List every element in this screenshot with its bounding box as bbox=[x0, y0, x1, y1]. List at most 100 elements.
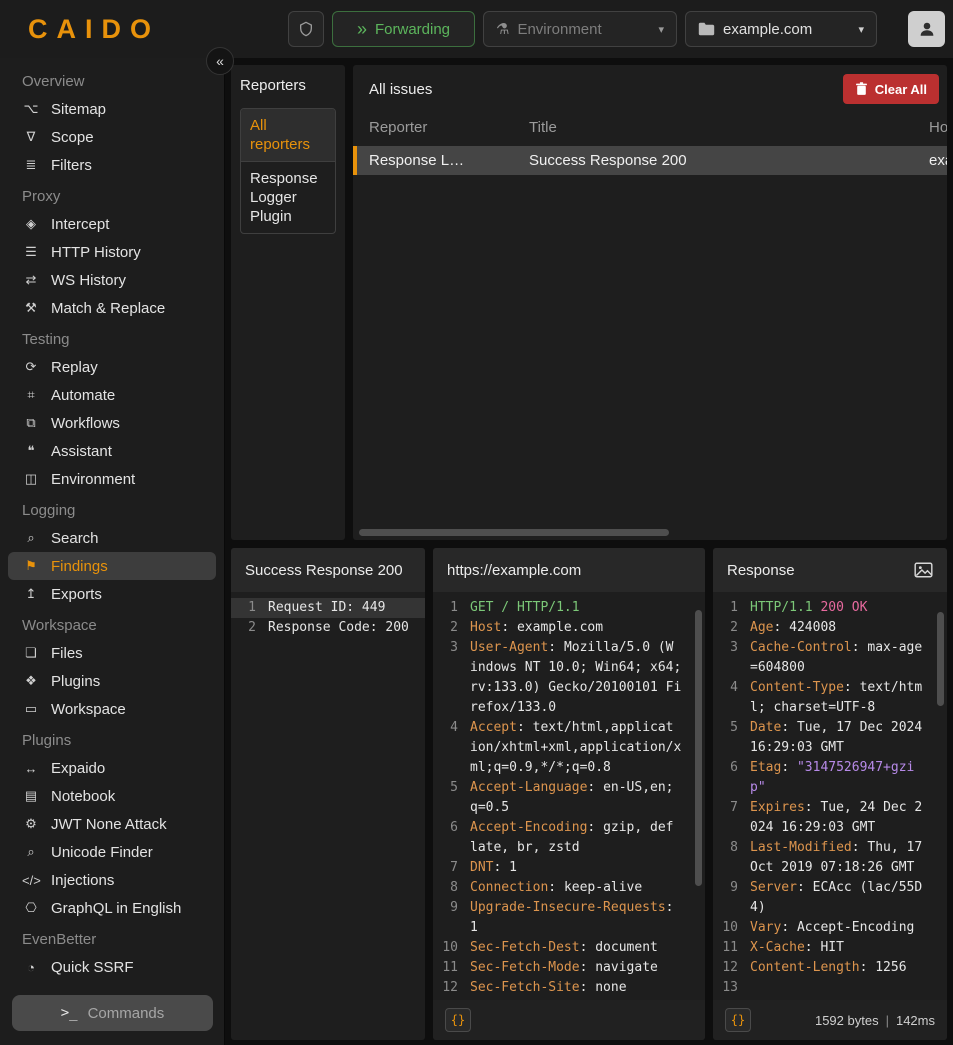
user-avatar-button[interactable] bbox=[908, 11, 945, 47]
sidebar-item-replay[interactable]: ⟳Replay bbox=[8, 353, 216, 381]
sidebar-item-label: Workflows bbox=[51, 415, 120, 432]
sidebar-item-label: JWT None Attack bbox=[51, 816, 167, 833]
sidebar-item-label: Filters bbox=[51, 157, 92, 174]
code-token: : bbox=[852, 840, 868, 855]
code-token: : bbox=[587, 820, 603, 835]
code-icon: </> bbox=[22, 873, 40, 888]
code-token: 1 bbox=[470, 920, 478, 935]
sidebar-item-expaido[interactable]: ↔Expaido bbox=[8, 754, 216, 782]
vertical-scrollbar-thumb[interactable] bbox=[937, 612, 944, 706]
raw-json-toggle-button[interactable]: {} bbox=[445, 1008, 471, 1032]
sidebar-item-quick-ssrf[interactable]: ◔Quick SSRF bbox=[8, 953, 216, 981]
clear-all-button[interactable]: Clear All bbox=[843, 74, 939, 104]
nav-section-evenbetter: EvenBetter bbox=[0, 922, 224, 953]
code-token: : bbox=[860, 960, 876, 975]
line-number: 8 bbox=[719, 838, 738, 878]
reporters-title: Reporters bbox=[240, 77, 336, 94]
sidebar-item-assistant[interactable]: ❝Assistant bbox=[8, 437, 216, 465]
line-number: 13 bbox=[719, 978, 738, 998]
sidebar-collapse-button[interactable]: « bbox=[206, 47, 234, 75]
line-number: 5 bbox=[439, 778, 458, 818]
wrench-icon: ⚒ bbox=[22, 300, 40, 316]
sidebar-item-exports[interactable]: ↥Exports bbox=[8, 580, 216, 608]
code-token: Server bbox=[750, 880, 797, 895]
sidebar-item-ws-history[interactable]: ⇄WS History bbox=[8, 266, 216, 294]
code-token: User-Agent bbox=[470, 640, 548, 655]
code-token: Content-Type bbox=[750, 680, 844, 695]
code-line: 1Request ID: 449 bbox=[231, 598, 425, 618]
code-line: 9Upgrade-Insecure-Requests: 1 bbox=[433, 898, 705, 938]
main-content: Reporters All reportersResponse Logger P… bbox=[225, 58, 953, 1045]
sidebar-item-jwt-none-attack[interactable]: ⚙ JWT None Attack bbox=[8, 810, 216, 838]
line-number: 1 bbox=[237, 598, 256, 618]
commands-label: Commands bbox=[88, 1005, 165, 1022]
code-line: 10Sec-Fetch-Dest: document bbox=[433, 938, 705, 958]
horizontal-scrollbar-thumb[interactable] bbox=[359, 529, 669, 536]
gear-icon: ⚙ bbox=[22, 816, 40, 832]
reporter-item-response-logger-plugin[interactable]: Response Logger Plugin bbox=[241, 161, 335, 233]
code-token: Upgrade-Insecure-Requests bbox=[470, 900, 666, 915]
sidebar-item-workflows[interactable]: ⧉ Workflows bbox=[8, 409, 216, 437]
line-content: Accept-Encoding: gzip, deflate, br, zstd bbox=[470, 818, 681, 858]
vertical-scrollbar-thumb[interactable] bbox=[695, 610, 702, 886]
line-content: Connection: keep-alive bbox=[470, 878, 681, 898]
sidebar-item-scope[interactable]: ∇Scope bbox=[8, 123, 216, 151]
image-preview-icon[interactable] bbox=[914, 562, 933, 578]
line-number: 6 bbox=[719, 758, 738, 798]
sidebar-item-label: Findings bbox=[51, 558, 108, 575]
sidebar-item-findings[interactable]: ⚑ Findings bbox=[8, 552, 216, 580]
hexagon-icon: ⎔ bbox=[22, 900, 40, 916]
code-token: : bbox=[852, 640, 868, 655]
sidebar-nav: Overview⌥Sitemap∇Scope≣FiltersProxy◈Inte… bbox=[0, 64, 224, 981]
flag-icon: ⚑ bbox=[22, 558, 40, 574]
line-number: 2 bbox=[439, 618, 458, 638]
finding-detail-title-text: Success Response 200 bbox=[245, 562, 403, 579]
commands-button[interactable]: >_ Commands bbox=[12, 995, 213, 1031]
sidebar-item-workspace[interactable]: ▭Workspace bbox=[8, 695, 216, 723]
sidebar-item-injections[interactable]: </>Injections bbox=[8, 866, 216, 894]
project-dropdown[interactable]: example.com ▾ bbox=[685, 11, 877, 47]
sidebar-item-files[interactable]: ❏Files bbox=[8, 639, 216, 667]
line-number: 6 bbox=[439, 818, 458, 858]
proxy-shield-button[interactable] bbox=[288, 11, 324, 47]
line-content: X-Cache: HIT bbox=[750, 938, 930, 958]
reporter-item-all-reporters[interactable]: All reporters bbox=[241, 109, 335, 161]
sidebar-item-automate[interactable]: ⌗Automate bbox=[8, 381, 216, 409]
sidebar-item-intercept[interactable]: ◈Intercept bbox=[8, 210, 216, 238]
response-code: 1HTTP/1.1 200 OK2Age: 4240083Cache-Contr… bbox=[713, 592, 947, 1000]
line-number: 7 bbox=[719, 798, 738, 838]
request-url: https://example.com bbox=[447, 562, 581, 579]
sidebar-item-filters[interactable]: ≣ Filters bbox=[8, 151, 216, 179]
sidebar-item-label: Match & Replace bbox=[51, 300, 165, 317]
filters-icon: ≣ bbox=[22, 157, 40, 173]
sidebar-item-sitemap[interactable]: ⌥Sitemap bbox=[8, 95, 216, 123]
circle-icon: ◔ bbox=[22, 960, 40, 975]
sidebar-item-environment[interactable]: ◫Environment bbox=[8, 465, 216, 493]
reporters-list: All reportersResponse Logger Plugin bbox=[240, 108, 336, 234]
sidebar-item-http-history[interactable]: ☰HTTP History bbox=[8, 238, 216, 266]
nav-section-logging: Logging bbox=[0, 493, 224, 524]
workflows-icon: ⧉ bbox=[22, 415, 40, 431]
code-token: HIT bbox=[820, 940, 843, 955]
sidebar-item-label: GraphQL in English bbox=[51, 900, 181, 917]
sidebar-item-search[interactable]: ⌕Search bbox=[8, 524, 216, 552]
line-content: DNT: 1 bbox=[470, 858, 681, 878]
environment-dropdown[interactable]: ⚗ Environment ▾ bbox=[483, 11, 677, 47]
forwarding-button[interactable]: » Forwarding bbox=[332, 11, 475, 47]
issue-row[interactable]: Response Logger PluginSuccess Response 2… bbox=[353, 146, 947, 175]
code-token: 424008 bbox=[789, 620, 836, 635]
sidebar-item-notebook[interactable]: ▤Notebook bbox=[8, 782, 216, 810]
code-line: 8Last-Modified: Thu, 17 Oct 2019 07:18:2… bbox=[713, 838, 947, 878]
sidebar-item-unicode-finder[interactable]: ⌕Unicode Finder bbox=[8, 838, 216, 866]
sidebar-item-plugins[interactable]: ❖Plugins bbox=[8, 667, 216, 695]
list-icon: ☰ bbox=[22, 244, 40, 260]
sidebar-item-graphql-in-english[interactable]: ⎔ GraphQL in English bbox=[8, 894, 216, 922]
raw-json-toggle-button[interactable]: {} bbox=[725, 1008, 751, 1032]
line-content: Sec-Fetch-Dest: document bbox=[470, 938, 681, 958]
line-content: Content-Type: text/html; charset=UTF-8 bbox=[750, 678, 930, 718]
sidebar-item-match-replace[interactable]: ⚒ Match & Replace bbox=[8, 294, 216, 322]
line-number: 9 bbox=[439, 898, 458, 938]
code-token: : bbox=[805, 940, 821, 955]
line-content: Expires: Tue, 24 Dec 2024 16:29:03 GMT bbox=[750, 798, 930, 838]
proxy-shield-icon bbox=[298, 20, 314, 38]
